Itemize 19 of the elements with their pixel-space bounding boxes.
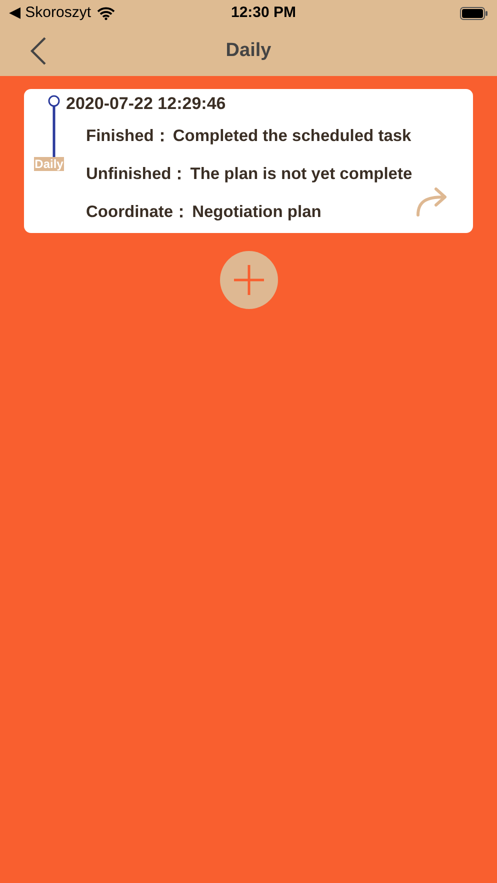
entry-card[interactable]: Daily 2020-07-22 12:29:46 Finished：Completed the scheduled task Unfinished：The plan is not yet complete Coordinate：Negotiation plan — [24, 89, 473, 233]
share-arrow-icon — [415, 185, 449, 217]
back-icon — [28, 36, 48, 66]
timeline-drawing — [48, 95, 60, 157]
field-value: Completed the scheduled task — [172, 126, 412, 146]
plus-icon — [232, 264, 264, 296]
battery-icon — [460, 6, 488, 20]
field-value: Negotiation plan — [192, 202, 322, 222]
field-label: Unfinished： — [86, 164, 188, 184]
field-label: Coordinate： — [86, 202, 190, 222]
back-button[interactable] — [28, 36, 48, 66]
status-time: 12:30 PM — [230, 2, 298, 23]
entry-timestamp: 2020-07-22 12:29:46 — [66, 93, 227, 115]
wifi-icon — [97, 6, 116, 20]
page-title: Daily — [226, 38, 272, 63]
entry-tag: Daily — [34, 157, 64, 171]
back-to-app-link[interactable]: ◀ Skoroszyt — [9, 2, 92, 24]
field-label: Finished： — [86, 126, 171, 146]
field-value: The plan is not yet complete — [190, 164, 412, 184]
